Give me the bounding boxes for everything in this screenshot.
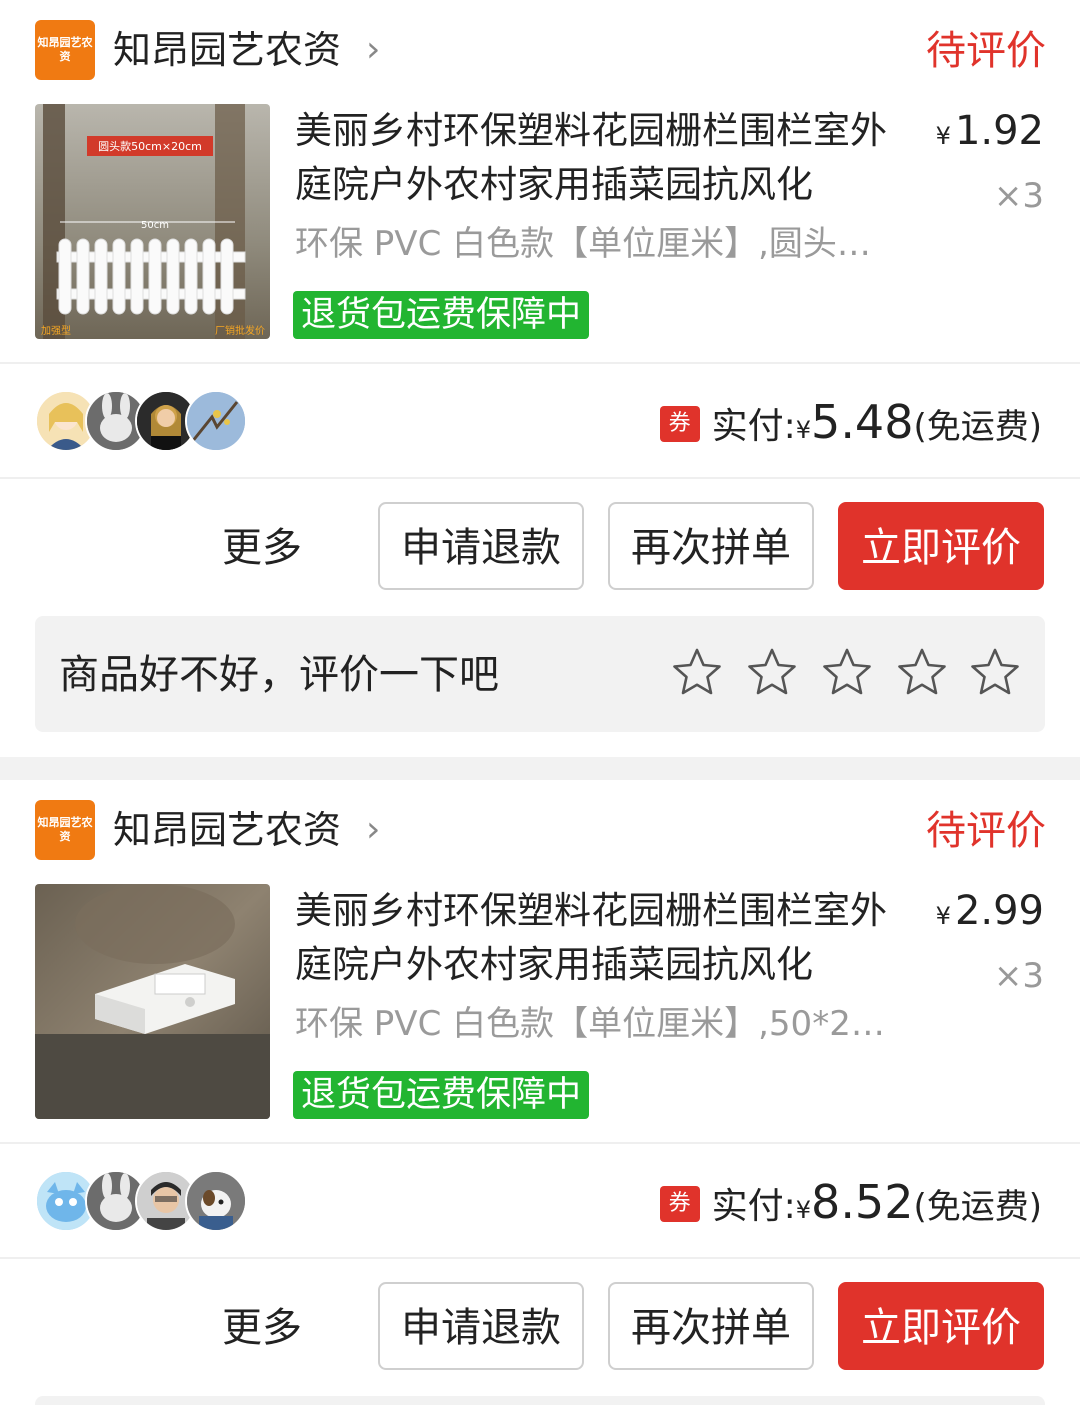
store-logo[interactable]: 知昂园艺农资 — [35, 20, 95, 80]
store-logo-text: 知昂园艺农资 — [37, 36, 93, 63]
fence-product-photo: 圆头款50cm×20cm 50cm 加强型 厂销批发价 — [35, 104, 270, 339]
avatar-image — [187, 392, 245, 450]
refund-button[interactable]: 申请退款 — [378, 502, 584, 590]
order-status: 待评价 — [926, 28, 1046, 74]
shipping-note: (免运费) — [913, 1187, 1042, 1227]
star-rating[interactable] — [671, 646, 1021, 702]
star-outline-icon[interactable] — [896, 646, 948, 698]
paid-amount: 券实付:¥5.48(免运费) — [659, 395, 1042, 456]
star-outline-icon[interactable] — [746, 646, 798, 698]
shipping-note: (免运费) — [913, 407, 1042, 447]
return-shipping-badge: 退货包运费保障中 — [293, 1071, 590, 1119]
chevron-right-icon[interactable]: › — [366, 28, 380, 72]
more-button[interactable]: 更多 — [222, 1302, 302, 1354]
unit-price: ¥1.92 — [936, 104, 1044, 163]
return-shipping-badge: 退货包运费保障中 — [293, 291, 590, 339]
order-actions: 更多 申请退款 再次拼单 立即评价 — [0, 1282, 1080, 1372]
image-label-bottom-left: 加强型 — [41, 324, 71, 337]
quantity: ×3 — [993, 176, 1044, 216]
reorder-button[interactable]: 再次拼单 — [608, 502, 814, 590]
review-now-button[interactable]: 立即评价 — [838, 1282, 1044, 1370]
more-button[interactable]: 更多 — [222, 522, 302, 574]
paid-label: 实付: — [711, 406, 796, 447]
order-separator — [0, 757, 1080, 780]
store-name[interactable]: 知昂园艺农资 — [113, 804, 341, 856]
order-status: 待评价 — [926, 808, 1046, 854]
currency-symbol: ¥ — [935, 122, 951, 150]
coupon-icon: 券 — [659, 406, 700, 442]
paid-value: 5.48 — [811, 395, 914, 449]
product-title[interactable]: 美丽乡村环保塑料花园栅栏围栏室外庭院户外农村家用插菜园抗风化 — [295, 104, 895, 212]
image-label-bottom-right: 厂销批发价 — [215, 324, 265, 337]
product-spec: 环保 PVC 白色款【单位厘米】,圆头… — [295, 224, 871, 264]
review-prompt-box: 商品好不好，评价一下吧 — [35, 616, 1045, 732]
currency-symbol: ¥ — [795, 1196, 812, 1224]
divider — [0, 1257, 1080, 1259]
fence-connector-photo — [35, 884, 270, 1119]
product-image[interactable] — [35, 884, 270, 1119]
paid-value: 8.52 — [811, 1175, 914, 1229]
currency-symbol: ¥ — [935, 902, 951, 930]
order-card: 知昂园艺农资 知昂园艺农资 › 待评价 圆头款50cm×20cm 50cm 加强… — [0, 0, 1080, 757]
unit-price: ¥2.99 — [936, 884, 1044, 943]
store-logo-text: 知昂园艺农资 — [37, 816, 93, 843]
image-label-width: 50cm — [141, 220, 169, 231]
order-card: 知昂园艺农资 知昂园艺农资 › 待评价 美丽乡村环保塑料花园栅栏围栏室外庭院户外… — [0, 780, 1080, 1405]
review-prompt-box — [35, 1396, 1045, 1405]
chevron-right-icon[interactable]: › — [366, 808, 380, 852]
store-logo[interactable]: 知昂园艺农资 — [35, 800, 95, 860]
reorder-button[interactable]: 再次拼单 — [608, 1282, 814, 1370]
product-image[interactable]: 圆头款50cm×20cm 50cm 加强型 厂销批发价 — [35, 104, 270, 339]
avatar — [185, 390, 247, 452]
currency-symbol: ¥ — [795, 416, 812, 444]
store-header[interactable]: 知昂园艺农资 知昂园艺农资 › 待评价 — [0, 780, 1080, 880]
coupon-icon: 券 — [659, 1186, 700, 1222]
avatar-image — [187, 1172, 245, 1230]
paid-amount: 券实付:¥8.52(免运费) — [659, 1175, 1042, 1236]
divider — [0, 1142, 1080, 1144]
product-spec: 环保 PVC 白色款【单位厘米】,50*2… — [295, 1004, 885, 1044]
store-header[interactable]: 知昂园艺农资 知昂园艺农资 › 待评价 — [0, 0, 1080, 100]
star-outline-icon[interactable] — [671, 646, 723, 698]
quantity: ×3 — [993, 956, 1044, 996]
divider — [0, 477, 1080, 479]
star-outline-icon[interactable] — [821, 646, 873, 698]
image-label-top: 圆头款50cm×20cm — [98, 139, 202, 153]
order-actions: 更多 申请退款 再次拼单 立即评价 — [0, 502, 1080, 592]
avatar — [185, 1170, 247, 1232]
product-title[interactable]: 美丽乡村环保塑料花园栅栏围栏室外庭院户外农村家用插菜园抗风化 — [295, 884, 895, 992]
divider — [0, 362, 1080, 364]
review-now-button[interactable]: 立即评价 — [838, 502, 1044, 590]
unit-price-value: 1.92 — [954, 108, 1044, 154]
store-name[interactable]: 知昂园艺农资 — [113, 24, 341, 76]
review-prompt: 商品好不好，评价一下吧 — [59, 652, 499, 698]
star-outline-icon[interactable] — [969, 646, 1021, 698]
unit-price-value: 2.99 — [954, 888, 1044, 934]
paid-label: 实付: — [711, 1186, 796, 1227]
refund-button[interactable]: 申请退款 — [378, 1282, 584, 1370]
